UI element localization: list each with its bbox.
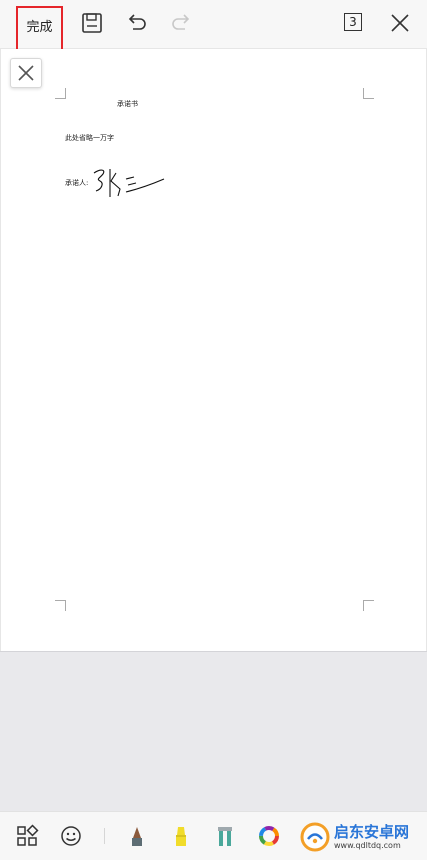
watermark-url: www.qdltdq.com — [334, 840, 401, 850]
signer-label: 承诺人: — [65, 179, 89, 187]
dismiss-selection-button[interactable] — [10, 58, 42, 88]
redo-icon[interactable] — [168, 10, 194, 36]
page-count-badge[interactable]: 3 — [344, 13, 362, 31]
close-icon — [18, 65, 34, 81]
close-icon[interactable] — [387, 10, 413, 36]
page-corner-mark — [363, 88, 374, 99]
pen-icon[interactable] — [125, 824, 149, 848]
done-button[interactable]: 完成 — [16, 6, 63, 54]
undo-icon[interactable] — [124, 10, 150, 36]
page-corner-mark — [55, 88, 66, 99]
grid-icon[interactable] — [15, 824, 39, 848]
watermark-logo-icon — [300, 822, 330, 852]
emoji-icon[interactable] — [59, 824, 83, 848]
marker-icon[interactable] — [213, 824, 237, 848]
page-corner-mark — [363, 600, 374, 611]
top-toolbar: 完成 3 — [0, 0, 427, 54]
color-wheel-icon[interactable] — [257, 824, 281, 848]
site-watermark: 启东安卓网 www.qdltdq.com — [300, 818, 424, 856]
watermark-title: 启东安卓网 — [334, 822, 410, 841]
canvas-background — [0, 651, 427, 812]
page-corner-mark — [55, 600, 66, 611]
toolbar-divider — [104, 828, 105, 844]
document-title: 承诺书 — [117, 100, 138, 108]
handwritten-signature — [93, 169, 165, 197]
document-body-text: 此处省略一万字 — [65, 134, 114, 142]
highlighter-icon[interactable] — [169, 824, 193, 848]
save-icon[interactable] — [79, 10, 105, 36]
